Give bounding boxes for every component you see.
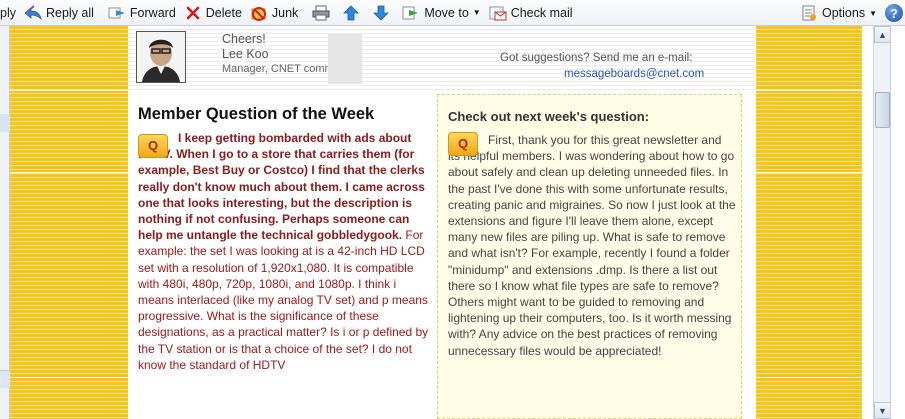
junk-label: Junk: [271, 5, 299, 20]
next-message-button[interactable]: [368, 2, 398, 24]
question-badge-icon: Q: [448, 132, 478, 156]
help-button[interactable]: ?: [885, 4, 903, 22]
next-week-title: Check out next week's question:: [448, 109, 736, 124]
move-to-label: Move to: [424, 5, 469, 20]
email-link[interactable]: messageboards@cnet.com: [564, 68, 704, 80]
forward-icon: [108, 4, 126, 22]
reply-all-button[interactable]: Reply all: [20, 2, 98, 24]
chevron-down-icon: ▼: [869, 8, 877, 18]
window-edge: [890, 26, 905, 419]
pane-gutter: [862, 26, 873, 419]
options-button[interactable]: Options ▼: [796, 2, 881, 24]
signature-image: [328, 34, 362, 84]
check-mail-icon: [489, 4, 507, 22]
options-icon: [800, 4, 818, 22]
message-list-edge[interactable]: [0, 26, 10, 419]
help-icon: ?: [890, 5, 898, 21]
chevron-up-icon: ▲: [878, 29, 887, 40]
scroll-thumb[interactable]: [875, 92, 890, 128]
suggestion-text: Got suggestions? Send me an e-mail:: [500, 52, 693, 64]
next-week-section: Check out next week's question: Q First,…: [437, 94, 742, 419]
forward-button[interactable]: Forward: [104, 2, 180, 24]
forward-label: Forward: [129, 5, 176, 20]
newsletter-signature: Cheers! Lee Koo Manager, CNET community …: [128, 26, 756, 92]
scroll-down-button[interactable]: ▼: [874, 402, 891, 419]
member-question-section: Member Question of the Week Q I keep get…: [138, 104, 430, 374]
reply-all-label: Reply all: [45, 5, 94, 20]
reply-all-icon: [24, 4, 42, 22]
move-to-icon: [402, 4, 420, 22]
options-label: Options: [821, 6, 866, 20]
newsletter-body: Cheers! Lee Koo Manager, CNET community …: [128, 26, 756, 419]
chevron-down-icon: ▼: [472, 8, 481, 17]
question-text: I keep getting bombarded with ads about …: [138, 130, 430, 374]
reply-label: ply: [0, 5, 16, 20]
message-row-marker: [0, 370, 10, 388]
junk-button[interactable]: Junk: [246, 2, 302, 24]
delete-label: Delete: [205, 5, 242, 20]
arrow-down-icon: [372, 4, 390, 22]
delete-icon: [184, 4, 202, 22]
question-bold-text: I keep getting bombarded with ads about …: [138, 131, 425, 243]
arrow-up-icon: [342, 4, 360, 22]
question-badge-icon: Q: [138, 134, 168, 158]
chevron-down-icon: ▼: [878, 405, 887, 416]
print-button[interactable]: [308, 2, 338, 24]
junk-icon: [250, 4, 268, 22]
next-week-text: First, thank you for this great newslett…: [448, 132, 736, 359]
mail-toolbar: ply Reply all Forward Delete Junk Move t…: [0, 0, 905, 26]
delete-button[interactable]: Delete: [180, 2, 246, 24]
reading-pane: Cheers! Lee Koo Manager, CNET community …: [0, 26, 873, 419]
reply-button[interactable]: ply: [0, 2, 20, 24]
check-mail-button[interactable]: Check mail: [485, 2, 577, 24]
previous-message-button[interactable]: [338, 2, 368, 24]
avatar: [136, 31, 186, 83]
check-mail-label: Check mail: [510, 5, 573, 20]
move-to-button[interactable]: Move to ▼: [398, 2, 484, 24]
print-icon: [312, 4, 330, 22]
selected-message-marker: [0, 114, 10, 132]
vertical-scrollbar[interactable]: ▲ ▼: [873, 26, 891, 419]
section-title: Member Question of the Week: [138, 104, 430, 124]
question-normal-text: For example: the set I was looking at is…: [138, 228, 429, 372]
scroll-up-button[interactable]: ▲: [874, 26, 891, 43]
